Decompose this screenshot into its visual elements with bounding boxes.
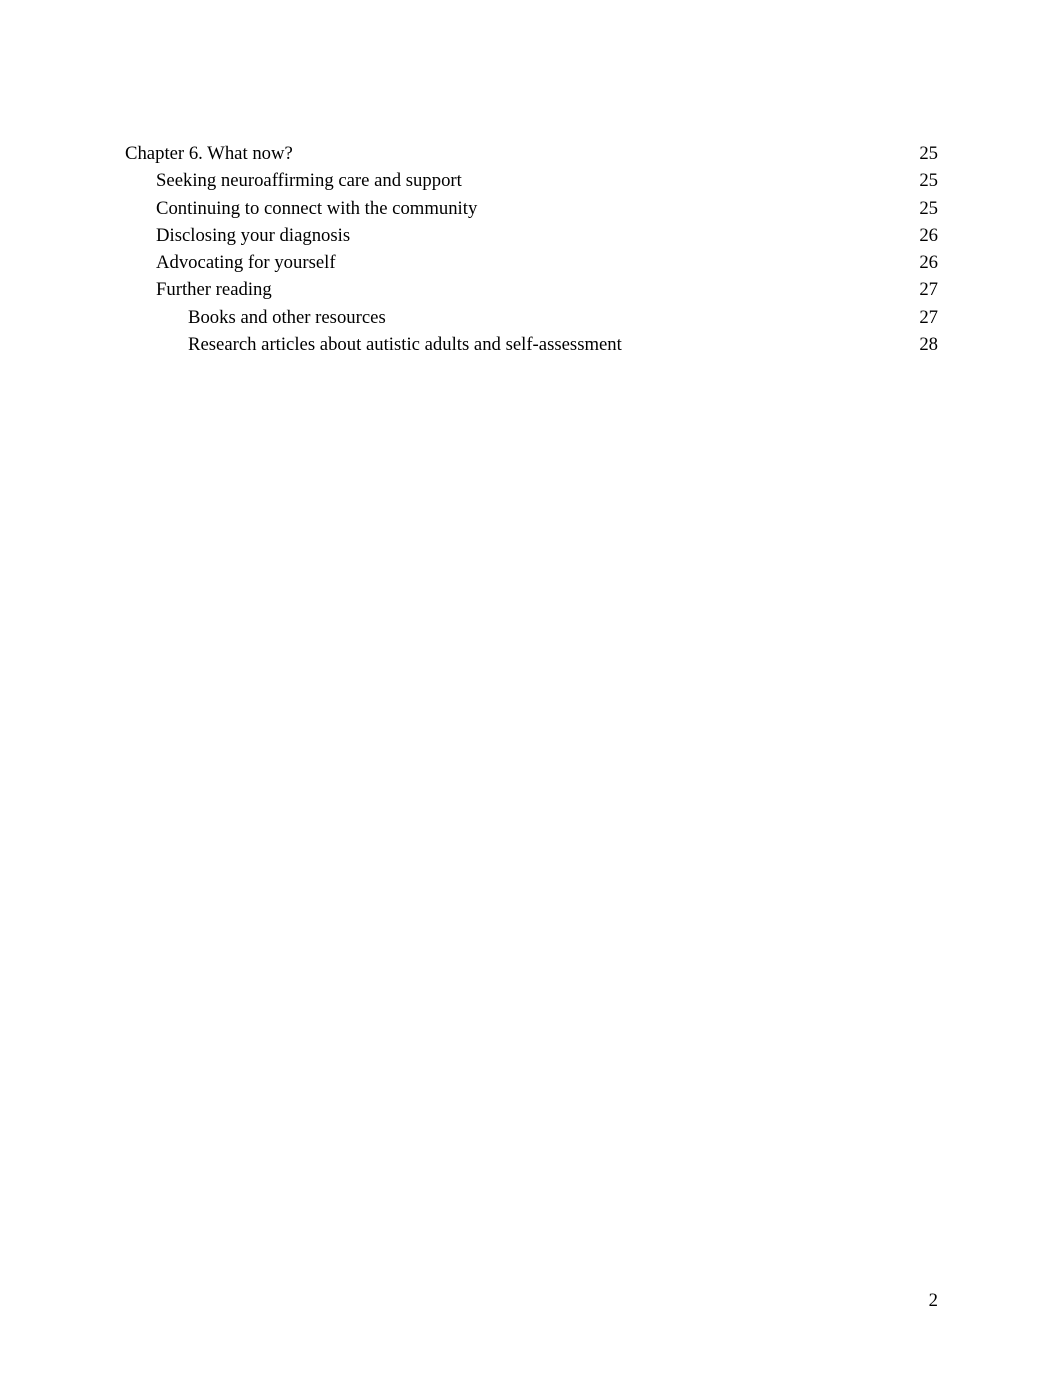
toc-entry-further-reading[interactable]: Further reading 27 xyxy=(125,276,938,303)
toc-entry-title: Chapter 6. What now? xyxy=(125,143,293,164)
toc-entry-page: 25 xyxy=(919,170,938,192)
toc-entry-research-articles[interactable]: Research articles about autistic adults … xyxy=(125,331,938,358)
toc-entry-title: Continuing to connect with the community xyxy=(156,197,478,219)
toc-entry-page: 25 xyxy=(919,197,938,219)
page-number: 2 xyxy=(928,1290,938,1311)
toc-entry-title: Seeking neuroaffirming care and support xyxy=(156,170,462,192)
toc-entry-title: Research articles about autistic adults … xyxy=(188,334,622,356)
toc-entry-page: 27 xyxy=(919,279,938,301)
toc-entry-title: Books and other resources xyxy=(188,306,386,328)
toc-entry-page: 25 xyxy=(919,143,938,164)
toc-entry-page: 27 xyxy=(919,306,938,328)
toc-entry-disclosing[interactable]: Disclosing your diagnosis 26 xyxy=(125,222,938,249)
toc-entry-page: 26 xyxy=(919,252,938,274)
toc-entry-books[interactable]: Books and other resources 27 xyxy=(125,304,938,331)
toc-entry-title: Advocating for yourself xyxy=(156,252,336,274)
toc-entry-page: 26 xyxy=(919,224,938,246)
table-of-contents: Chapter 6. What now? 25 Seeking neuroaff… xyxy=(125,140,938,358)
toc-entry-page: 28 xyxy=(919,334,938,356)
toc-entry-chapter-6[interactable]: Chapter 6. What now? 25 xyxy=(125,140,938,167)
toc-entry-title: Disclosing your diagnosis xyxy=(156,224,351,246)
toc-entry-community[interactable]: Continuing to connect with the community… xyxy=(125,195,938,222)
toc-entry-title: Further reading xyxy=(156,279,272,301)
toc-entry-seeking-care[interactable]: Seeking neuroaffirming care and support … xyxy=(125,167,938,194)
toc-entry-advocating[interactable]: Advocating for yourself 26 xyxy=(125,249,938,276)
